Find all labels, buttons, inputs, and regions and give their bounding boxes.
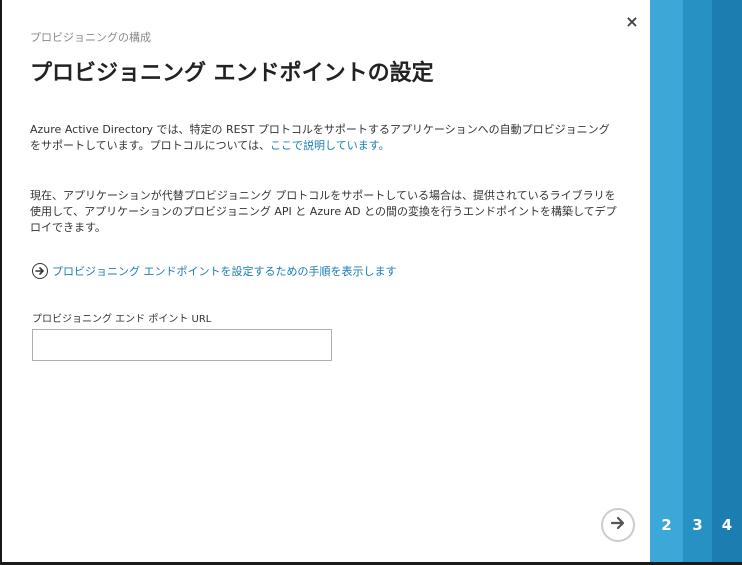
page-title: プロビジョニング エンドポイントの設定 xyxy=(30,61,434,86)
next-button[interactable] xyxy=(601,508,635,542)
step-number: 2 xyxy=(661,516,672,534)
wizard-step-4[interactable]: 4 xyxy=(712,0,742,562)
arrow-right-circle-icon xyxy=(609,514,627,536)
wizard-step-3[interactable]: 3 xyxy=(683,0,712,562)
breadcrumb: プロビジョニングの構成 xyxy=(30,31,151,44)
arrow-right-circle-icon xyxy=(32,263,48,279)
step-number: 3 xyxy=(692,516,703,534)
dialog-main-panel: × プロビジョニングの構成 プロビジョニング エンドポイントの設定 Azure … xyxy=(2,0,650,562)
close-icon[interactable]: × xyxy=(623,12,641,32)
description-paragraph-2: 現在、アプリケーションが代替プロビジョニング プロトコルをサポートしている場合は… xyxy=(30,189,617,234)
show-instructions-label: プロビジョニング エンドポイントを設定するための手順を表示します xyxy=(52,265,397,278)
description-paragraph-1: Azure Active Directory では、特定の REST プロトコル… xyxy=(30,122,620,154)
provisioning-dialog: × プロビジョニングの構成 プロビジョニング エンドポイントの設定 Azure … xyxy=(0,0,742,565)
endpoint-url-input[interactable] xyxy=(32,329,332,361)
show-instructions-link[interactable]: プロビジョニング エンドポイントを設定するための手順を表示します xyxy=(32,263,397,279)
wizard-step-2[interactable]: 2 xyxy=(650,0,683,562)
endpoint-url-label: プロビジョニング エンド ポイント URL xyxy=(32,314,212,325)
step-number: 4 xyxy=(721,516,733,534)
protocol-explanation-link[interactable]: ここで説明しています。 xyxy=(270,139,390,152)
